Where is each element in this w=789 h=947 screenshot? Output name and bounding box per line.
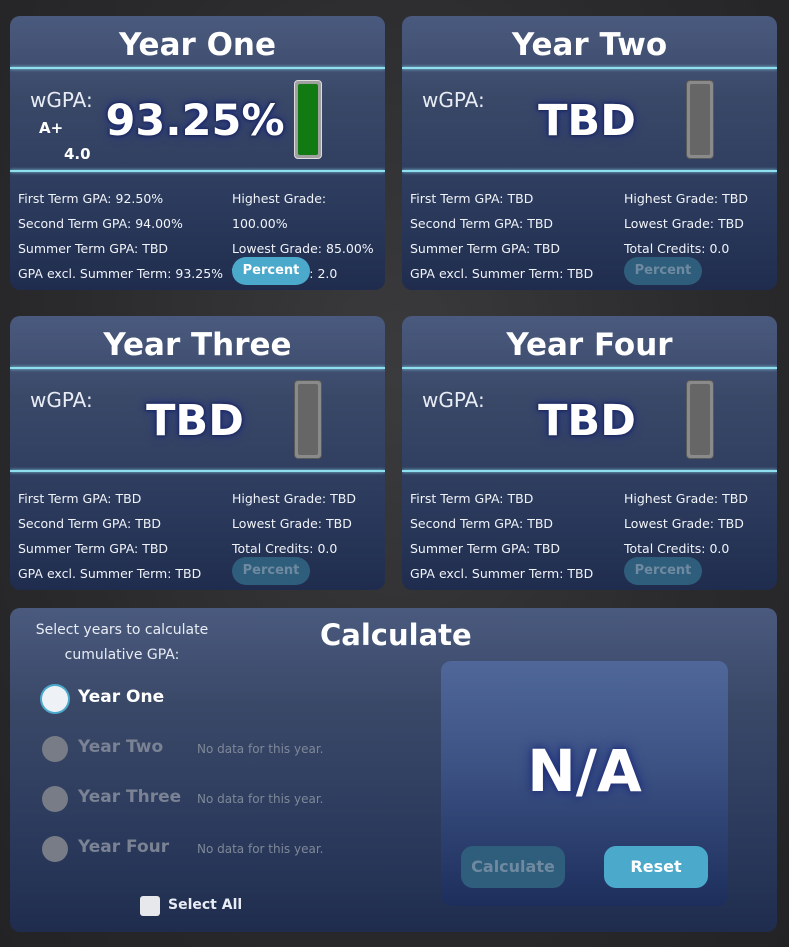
divider [402, 67, 777, 69]
highest-grade: Highest Grade: TBD [232, 491, 356, 506]
summer-term-gpa: Summer Term GPA: TBD [410, 541, 561, 556]
first-term-gpa: First Term GPA: TBD [410, 191, 534, 206]
gpa-excl-summer: GPA excl. Summer Term: TBD [18, 566, 202, 581]
percent-button[interactable]: Percent [232, 257, 310, 285]
gpa-level-fill [690, 84, 710, 155]
wgpa-label: wGPA: [30, 88, 93, 112]
second-term-gpa: Second Term GPA: 94.00% [18, 216, 183, 231]
first-term-gpa: First Term GPA: 92.50% [18, 191, 164, 206]
term-stats: First Term GPA: 92.50% Second Term GPA: … [18, 186, 223, 286]
no-data-note: No data for this year. [197, 742, 324, 756]
no-data-note: No data for this year. [197, 842, 324, 856]
divider [402, 170, 777, 172]
option-label[interactable]: Year Three [78, 787, 181, 807]
card-title: Year Three [103, 327, 292, 363]
result-box: N/A Calculate Reset [441, 661, 728, 906]
calculate-panel: Select years to calculate cumulative GPA… [10, 608, 777, 932]
divider [10, 470, 385, 472]
second-term-gpa: Second Term GPA: TBD [410, 216, 554, 231]
divider [10, 367, 385, 369]
summer-term-gpa: Summer Term GPA: TBD [410, 241, 561, 256]
percent-button[interactable]: Percent [624, 557, 702, 585]
gpa-level-bar [686, 80, 714, 159]
term-stats: First Term GPA: TBD Second Term GPA: TBD… [18, 486, 201, 586]
wgpa-value: TBD [146, 396, 244, 446]
wgpa-value: TBD [538, 396, 636, 446]
divider [10, 67, 385, 69]
lowest-grade: Lowest Grade: TBD [232, 516, 352, 531]
grade-stats: Highest Grade: TBD Lowest Grade: TBD Tot… [232, 486, 356, 561]
percent-button[interactable]: Percent [232, 557, 310, 585]
gpa-level-bar [686, 380, 714, 459]
radio-button[interactable] [42, 786, 68, 812]
wgpa-label: wGPA: [422, 88, 485, 112]
calculate-instructions: Select years to calculate cumulative GPA… [32, 618, 212, 668]
no-data-note: No data for this year. [197, 792, 324, 806]
gpa-excl-summer: GPA excl. Summer Term: 93.25% [18, 266, 224, 281]
term-stats: First Term GPA: TBD Second Term GPA: TBD… [410, 186, 593, 286]
summer-term-gpa: Summer Term GPA: TBD [18, 541, 169, 556]
term-stats: First Term GPA: TBD Second Term GPA: TBD… [410, 486, 593, 586]
calculate-button[interactable]: Calculate [461, 846, 565, 888]
divider [402, 367, 777, 369]
grade-points: 4.0 [64, 145, 91, 163]
radio-button[interactable] [42, 836, 68, 862]
grade-stats: Highest Grade: TBD Lowest Grade: TBD Tot… [624, 186, 748, 261]
wgpa-label: wGPA: [422, 388, 485, 412]
divider [402, 470, 777, 472]
radio-button[interactable] [42, 736, 68, 762]
grade-stats: Highest Grade: TBD Lowest Grade: TBD Tot… [624, 486, 748, 561]
lowest-grade: Lowest Grade: TBD [624, 516, 744, 531]
option-label[interactable]: Year Four [78, 837, 169, 857]
highest-grade: Highest Grade: TBD [624, 491, 748, 506]
letter-grade: A+ [39, 119, 64, 137]
first-term-gpa: First Term GPA: TBD [18, 491, 142, 506]
radio-button[interactable] [42, 686, 68, 712]
gpa-level-fill [298, 384, 318, 455]
year-one-card: Year One wGPA: A+ 4.0 93.25% First Term … [10, 16, 385, 290]
second-term-gpa: Second Term GPA: TBD [18, 516, 162, 531]
gpa-excl-summer: GPA excl. Summer Term: TBD [410, 566, 594, 581]
highest-grade: Highest Grade: TBD [624, 191, 748, 206]
reset-button[interactable]: Reset [604, 846, 708, 888]
second-term-gpa: Second Term GPA: TBD [410, 516, 554, 531]
wgpa-value: 93.25% [105, 96, 285, 146]
instructions-line: Select years to calculate [35, 622, 209, 638]
select-all-checkbox[interactable] [140, 896, 160, 916]
summer-term-gpa: Summer Term GPA: TBD [18, 241, 169, 256]
option-label[interactable]: Year One [78, 687, 164, 707]
gpa-level-fill [690, 384, 710, 455]
gpa-level-fill [298, 84, 318, 155]
gpa-excl-summer: GPA excl. Summer Term: TBD [410, 266, 594, 281]
percent-button[interactable]: Percent [624, 257, 702, 285]
gpa-level-bar [294, 380, 322, 459]
cumulative-result: N/A [527, 737, 642, 805]
calculate-title: Calculate [320, 618, 472, 652]
wgpa-label: wGPA: [30, 388, 93, 412]
card-title: Year Two [511, 27, 668, 63]
lowest-grade: Lowest Grade: TBD [624, 216, 744, 231]
card-title: Year Four [506, 327, 673, 363]
year-three-card: Year Three wGPA: TBD First Term GPA: TBD… [10, 316, 385, 590]
card-title: Year One [118, 27, 277, 63]
first-term-gpa: First Term GPA: TBD [410, 491, 534, 506]
year-four-card: Year Four wGPA: TBD First Term GPA: TBD … [402, 316, 777, 590]
wgpa-value: TBD [538, 96, 636, 146]
year-two-card: Year Two wGPA: TBD First Term GPA: TBD S… [402, 16, 777, 290]
instructions-line: cumulative GPA: [64, 647, 180, 663]
option-label[interactable]: Year Two [78, 737, 163, 757]
gpa-level-bar [294, 80, 322, 159]
highest-grade: Highest Grade: 100.00% [232, 191, 327, 231]
divider [10, 170, 385, 172]
select-all-label[interactable]: Select All [168, 897, 242, 913]
